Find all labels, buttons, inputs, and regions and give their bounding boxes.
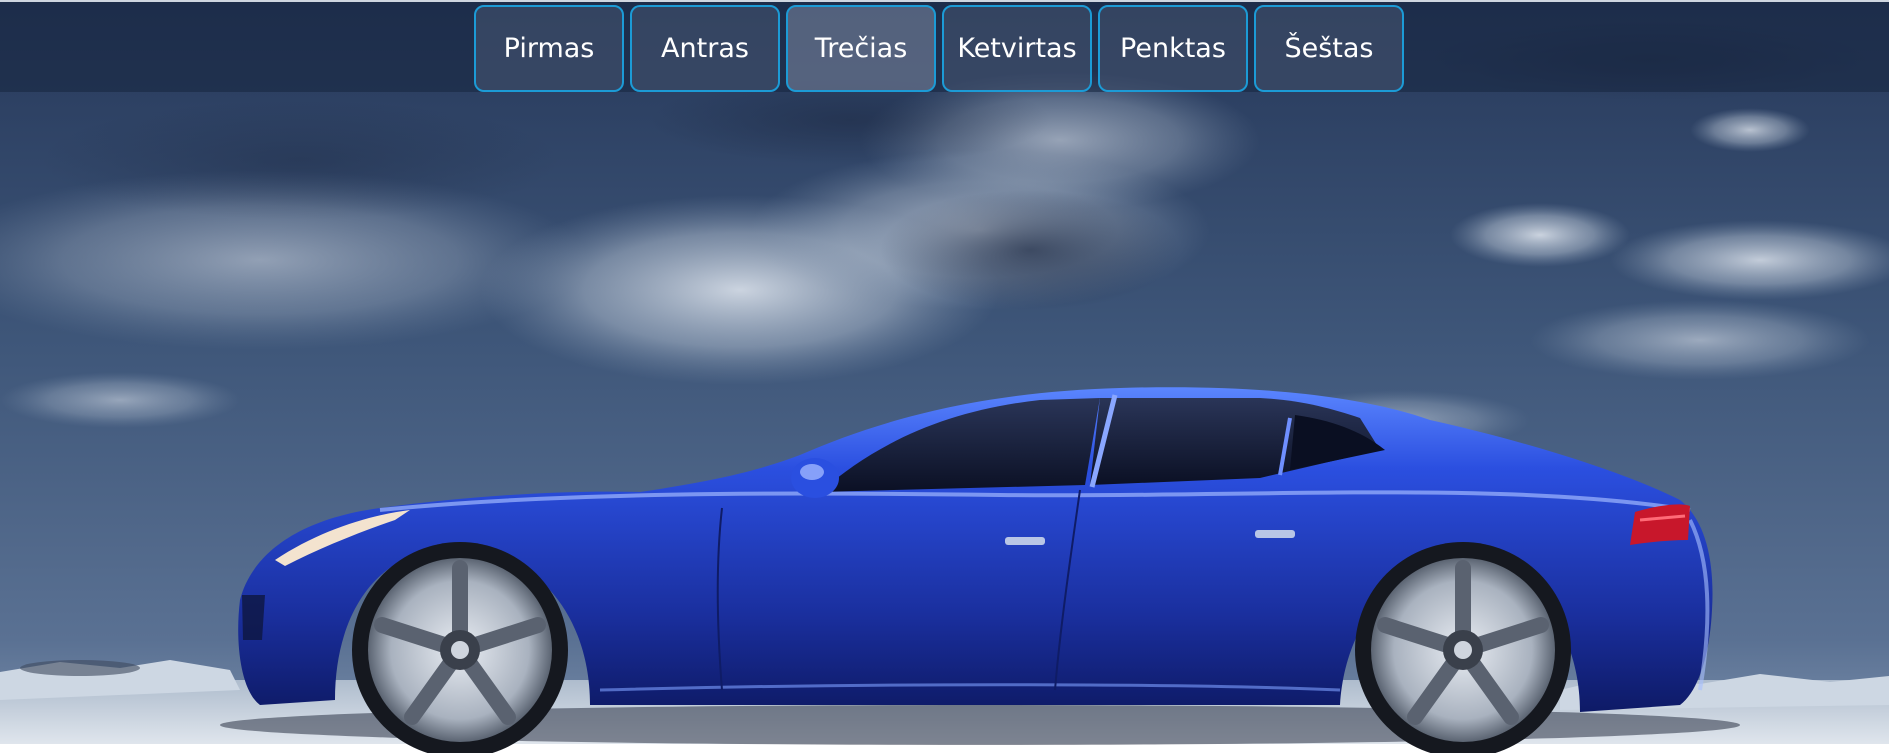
top-navigation-bar: Pirmas Antras Trečias Ketvirtas Penktas … [0, 0, 1889, 92]
menu-item-antras[interactable]: Antras [630, 5, 780, 92]
main-menu: Pirmas Antras Trečias Ketvirtas Penktas … [474, 5, 1404, 92]
menu-item-ketvirtas[interactable]: Ketvirtas [942, 5, 1092, 92]
menu-item-pirmas[interactable]: Pirmas [474, 5, 624, 92]
hero-image [0, 0, 1889, 753]
page: Pirmas Antras Trečias Ketvirtas Penktas … [0, 0, 1889, 753]
menu-item-sestas[interactable]: Šeštas [1254, 5, 1404, 92]
menu-item-trecias[interactable]: Trečias [786, 5, 936, 92]
menu-item-penktas[interactable]: Penktas [1098, 5, 1248, 92]
